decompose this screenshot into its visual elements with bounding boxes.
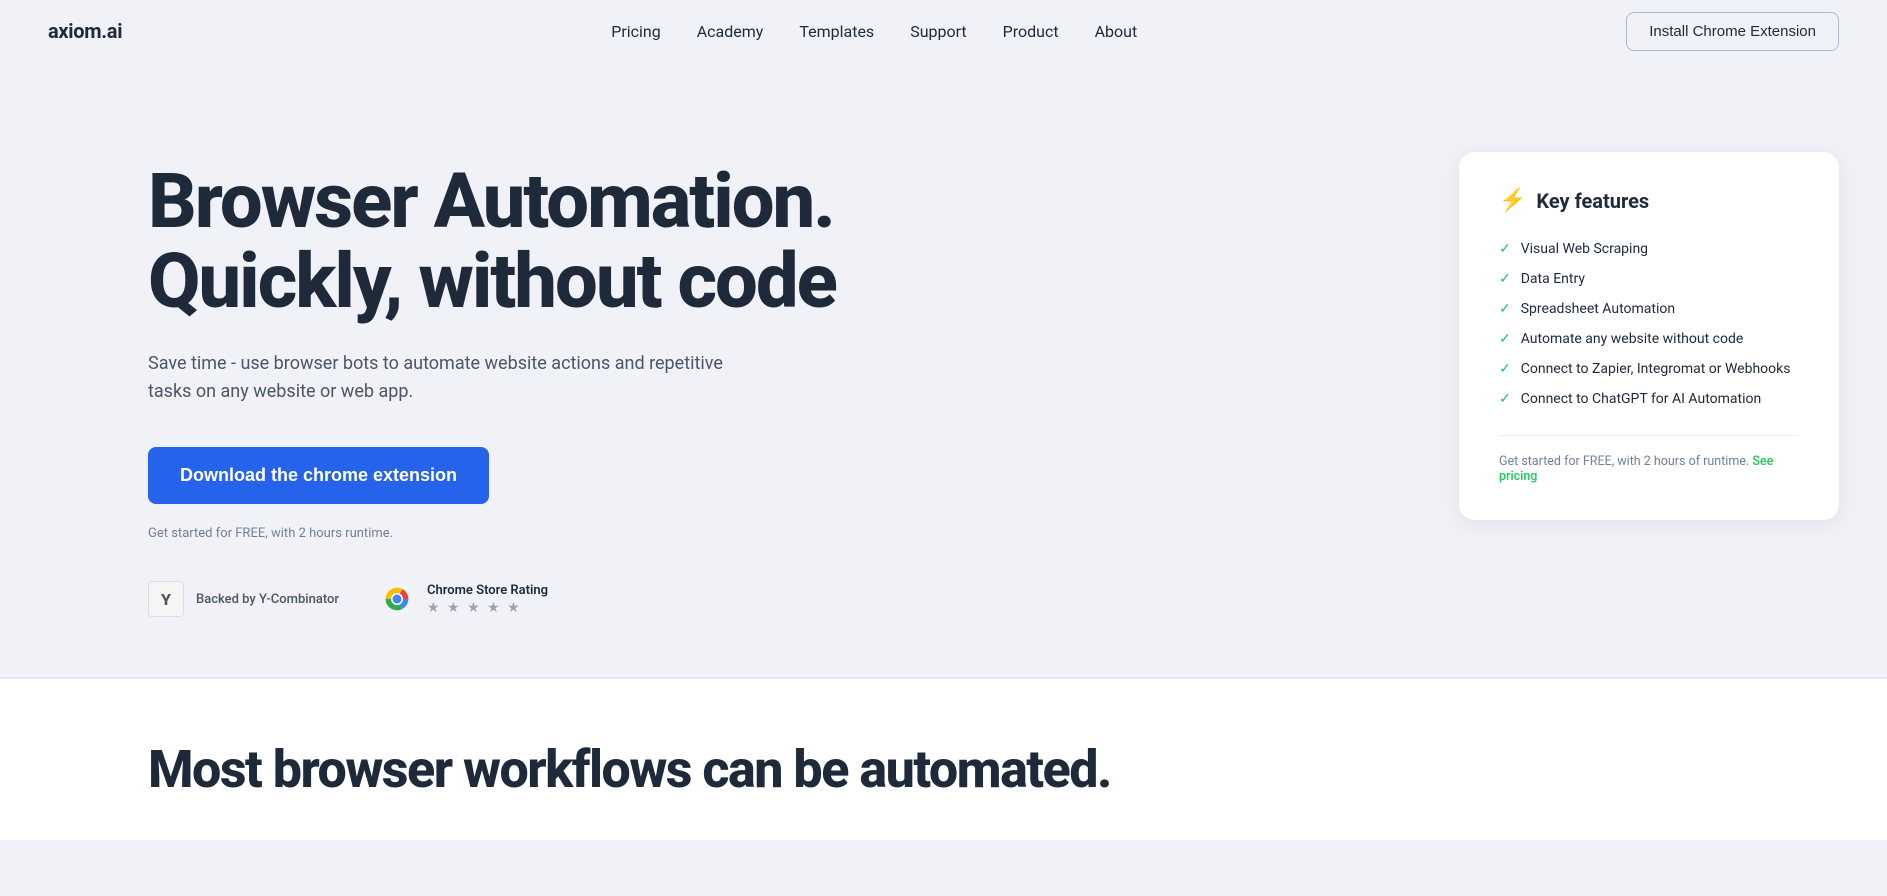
feature-label-0: Visual Web Scraping xyxy=(1521,241,1648,257)
feature-item-3: ✓ Automate any website without code xyxy=(1499,331,1799,347)
nav-links: Pricing Academy Templates Support Produc… xyxy=(611,22,1137,41)
nav-item-templates[interactable]: Templates xyxy=(799,22,874,41)
check-icon-5: ✓ xyxy=(1499,391,1511,407)
feature-item-4: ✓ Connect to Zapier, Integromat or Webho… xyxy=(1499,361,1799,377)
feature-label-2: Spreadsheet Automation xyxy=(1521,301,1675,317)
features-card: ⚡ Key features ✓ Visual Web Scraping ✓ D… xyxy=(1459,152,1839,520)
feature-label-5: Connect to ChatGPT for AI Automation xyxy=(1521,391,1761,407)
hero-title-line2: Quickly, without code xyxy=(148,236,836,326)
bottom-title: Most browser workflows can be automated. xyxy=(148,739,1739,800)
lightning-icon: ⚡ xyxy=(1499,188,1526,213)
brand-logo[interactable]: axiom.ai xyxy=(48,19,122,43)
nav-item-pricing[interactable]: Pricing xyxy=(611,22,661,41)
hero-title-line1: Browser Automation. xyxy=(148,156,834,246)
hero-title: Browser Automation. Quickly, without cod… xyxy=(148,162,968,322)
chrome-store-badge: Chrome Store Rating ★ ★ ★ ★ ★ xyxy=(379,581,548,617)
features-card-header: ⚡ Key features xyxy=(1499,188,1799,213)
check-icon-3: ✓ xyxy=(1499,331,1511,347)
nav-item-product[interactable]: Product xyxy=(1003,22,1059,41)
yc-badge: Y Backed by Y-Combinator xyxy=(148,581,339,617)
hero-section: Browser Automation. Quickly, without cod… xyxy=(0,62,1887,677)
install-extension-button[interactable]: Install Chrome Extension xyxy=(1626,12,1839,51)
features-card-title: Key features xyxy=(1536,189,1649,213)
check-icon-4: ✓ xyxy=(1499,361,1511,377)
feature-label-1: Data Entry xyxy=(1521,271,1585,287)
features-footer: Get started for FREE, with 2 hours of ru… xyxy=(1499,435,1799,484)
badges-row: Y Backed by Y-Combinator xyxy=(148,581,968,617)
chrome-logo-icon xyxy=(379,581,415,617)
feature-item-1: ✓ Data Entry xyxy=(1499,271,1799,287)
feature-item-5: ✓ Connect to ChatGPT for AI Automation xyxy=(1499,391,1799,407)
check-icon-0: ✓ xyxy=(1499,241,1511,257)
check-icon-2: ✓ xyxy=(1499,301,1511,317)
download-extension-button[interactable]: Download the chrome extension xyxy=(148,447,489,504)
check-icon-1: ✓ xyxy=(1499,271,1511,287)
nav-item-about[interactable]: About xyxy=(1095,22,1138,41)
feature-item-0: ✓ Visual Web Scraping xyxy=(1499,241,1799,257)
feature-item-2: ✓ Spreadsheet Automation xyxy=(1499,301,1799,317)
features-footer-text: Get started for FREE, with 2 hours of ru… xyxy=(1499,454,1749,469)
nav-item-support[interactable]: Support xyxy=(910,22,966,41)
nav-item-academy[interactable]: Academy xyxy=(697,22,764,41)
feature-label-3: Automate any website without code xyxy=(1521,331,1744,347)
feature-label-4: Connect to Zapier, Integromat or Webhook… xyxy=(1521,361,1791,377)
features-list: ✓ Visual Web Scraping ✓ Data Entry ✓ Spr… xyxy=(1499,241,1799,407)
hero-content: Browser Automation. Quickly, without cod… xyxy=(148,142,968,617)
hero-subtitle: Save time - use browser bots to automate… xyxy=(148,350,748,408)
yc-logo: Y xyxy=(148,581,184,617)
navbar: axiom.ai Pricing Academy Templates Suppo… xyxy=(0,0,1887,62)
chrome-badge-info: Chrome Store Rating ★ ★ ★ ★ ★ xyxy=(427,583,548,616)
chrome-store-stars: ★ ★ ★ ★ ★ xyxy=(427,600,548,616)
cta-note: Get started for FREE, with 2 hours runti… xyxy=(148,526,968,541)
chrome-store-title: Chrome Store Rating xyxy=(427,583,548,598)
yc-label: Backed by Y-Combinator xyxy=(196,592,339,607)
bottom-section: Most browser workflows can be automated. xyxy=(0,678,1887,840)
